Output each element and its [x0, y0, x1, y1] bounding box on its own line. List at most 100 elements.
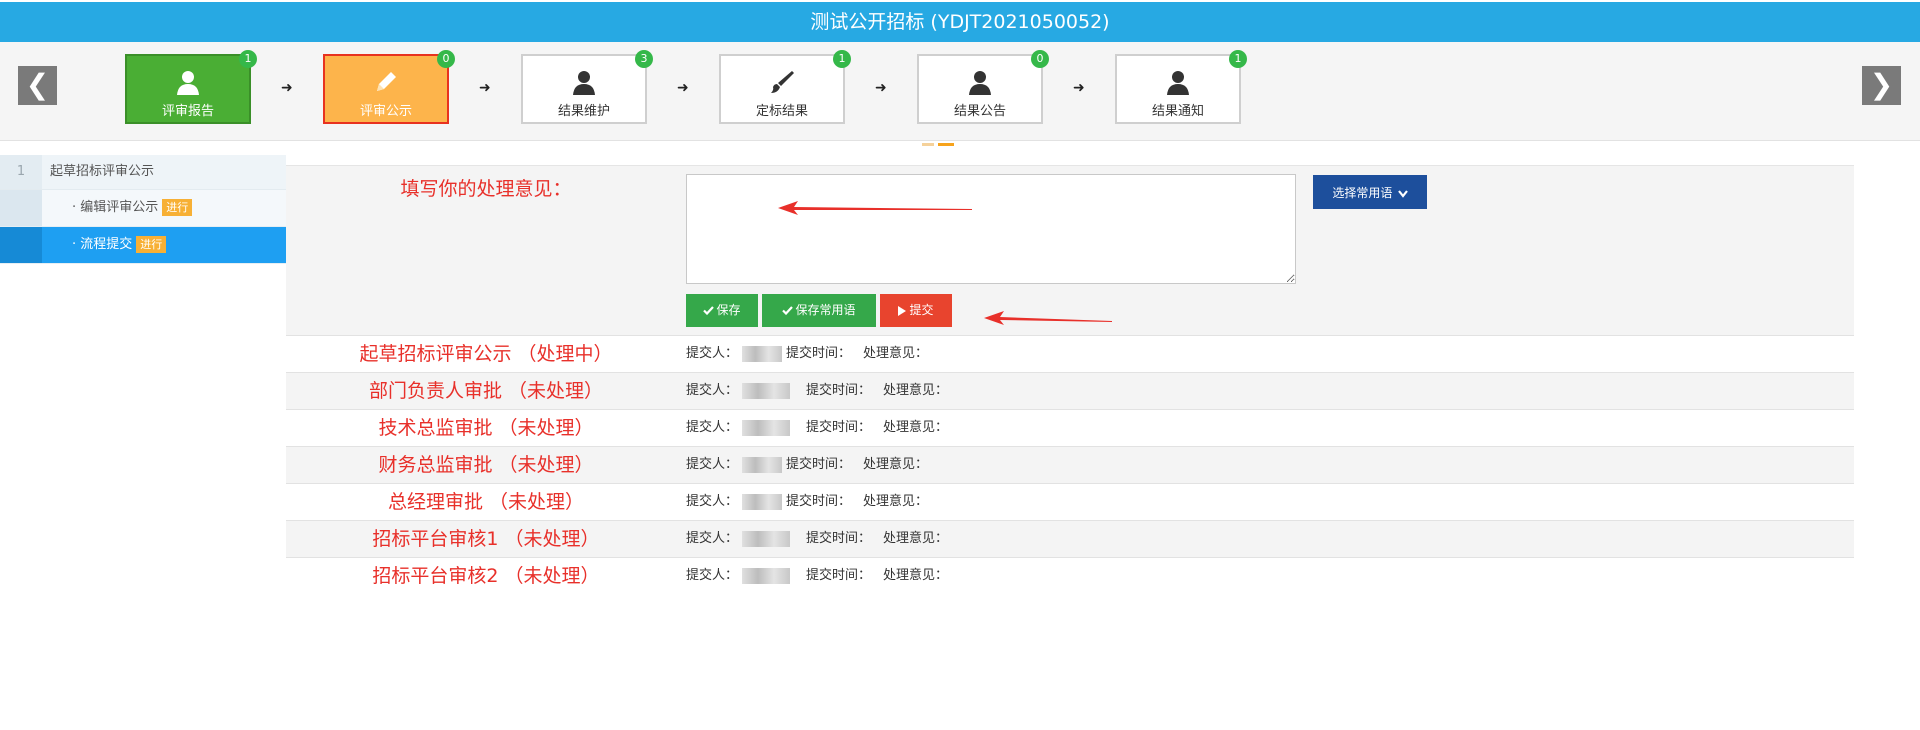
redacted-name: [742, 382, 791, 399]
step-badge: 1: [1229, 50, 1247, 68]
flow-step-label: 财务总监审批 （未处理）: [378, 454, 594, 476]
user-icon: [573, 71, 595, 95]
flow-step-meta: 提交人： 提交时间： 处理意见：: [686, 484, 928, 520]
table-row: 招标平台审核2 （未处理） 提交人： 提交时间： 处理意见：: [286, 557, 1854, 594]
flow-step-label: 起草招标评审公示 （处理中）: [359, 343, 613, 365]
submitter-label: 提交人：: [686, 346, 739, 361]
flow-step-meta: 提交人： 提交时间： 处理意见：: [686, 447, 928, 483]
flow-step-meta: 提交人： 提交时间： 处理意见：: [686, 336, 928, 372]
opinion-label: 填写你的处理意见：: [400, 178, 572, 200]
submitter-label: 提交人：: [686, 568, 739, 583]
step-review-report[interactable]: 评审报告 1: [125, 50, 257, 124]
opinion-text-label: 处理意见：: [883, 568, 949, 583]
sidebar-item-flow-submit[interactable]: · 流程提交 进行: [0, 227, 286, 264]
sidebar-item-number-cell: [0, 227, 42, 263]
step-badge: 0: [437, 50, 455, 68]
pager-dot-active[interactable]: [938, 143, 954, 146]
check-icon: [782, 306, 794, 316]
opinion-form: 填写你的处理意见： 选择常用语 保存 保存常用语 提交: [286, 165, 1854, 336]
sidebar-item-text: · 流程提交 进行: [72, 227, 167, 263]
step-result-notice[interactable]: 结果通知 1: [1115, 50, 1247, 124]
flow-step-meta: 提交人： 提交时间： 处理意见：: [686, 558, 948, 594]
check-icon: [703, 306, 715, 316]
submit-time-label: 提交时间：: [806, 383, 872, 398]
opinion-text-label: 处理意见：: [863, 457, 929, 472]
step-result-maintenance[interactable]: 结果维护 3: [521, 50, 653, 124]
user-icon: [969, 71, 991, 95]
step-label: 定标结果: [755, 104, 808, 119]
prev-step-button[interactable]: ❮: [18, 66, 57, 105]
redacted-name: [742, 530, 791, 547]
sidebar-item-text: · 编辑评审公示 进行: [72, 190, 193, 226]
redacted-name: [742, 345, 783, 362]
approval-flow-list: 起草招标评审公示 （处理中） 提交人： 提交时间： 处理意见： 部门负责人审批 （未…: [286, 335, 1854, 594]
annotation-arrow-icon: [778, 201, 972, 215]
arrow-right-icon: ➜: [875, 80, 887, 96]
process-sidebar: 1 起草招标评审公示 · 编辑评审公示 进行 · 流程提交 进行: [0, 155, 286, 264]
save-phrase-button[interactable]: 保存常用语: [762, 294, 876, 327]
step-badge: 1: [239, 50, 257, 68]
step-label: 结果公告: [953, 104, 1006, 119]
step-badge: 0: [1031, 50, 1049, 68]
chevron-down-icon: [1397, 190, 1408, 198]
opinion-input[interactable]: [686, 174, 1296, 284]
submit-time-label: 提交时间：: [806, 531, 872, 546]
user-icon: [177, 71, 199, 95]
flow-step-label: 技术总监审批 （未处理）: [378, 417, 594, 439]
submit-time-label: 提交时间：: [786, 494, 852, 509]
next-step-button[interactable]: ❯: [1862, 66, 1901, 105]
step-award-result[interactable]: 定标结果 1: [719, 50, 851, 124]
sidebar-item-edit-publicity[interactable]: · 编辑评审公示 进行: [0, 190, 286, 227]
save-phrase-label: 保存常用语: [795, 303, 856, 317]
submit-button[interactable]: 提交: [880, 294, 952, 327]
submit-time-label: 提交时间：: [806, 568, 872, 583]
submitter-label: 提交人：: [686, 457, 739, 472]
status-badge: 进行: [162, 199, 193, 216]
user-icon: [1167, 71, 1189, 95]
play-icon: [898, 305, 907, 316]
arrow-right-icon: ➜: [1073, 80, 1085, 96]
sidebar-item-label: · 编辑评审公示: [72, 200, 159, 215]
sidebar-group-label: 起草招标评审公示: [50, 164, 155, 179]
redacted-name: [742, 493, 783, 510]
save-label: 保存: [716, 303, 741, 317]
sidebar-item-number-cell: [0, 190, 42, 226]
arrow-right-icon: ➜: [677, 80, 689, 96]
arrow-right-icon: ➜: [281, 80, 293, 96]
table-row: 总经理审批 （未处理） 提交人： 提交时间： 处理意见：: [286, 483, 1854, 520]
step-label: 评审报告: [161, 104, 214, 119]
step-review-publicity[interactable]: 评审公示 0: [323, 50, 455, 124]
submit-label: 提交: [909, 303, 934, 317]
opinion-text-label: 处理意见：: [863, 494, 929, 509]
pager-dots[interactable]: [922, 134, 958, 153]
step-label: 结果通知: [1151, 104, 1204, 119]
submitter-label: 提交人：: [686, 420, 739, 435]
step-label: 结果维护: [557, 104, 610, 119]
submitter-label: 提交人：: [686, 531, 739, 546]
submit-time-label: 提交时间：: [806, 420, 872, 435]
page-title: 测试公开招标 (YDJT2021050052): [0, 2, 1920, 42]
sidebar-item-label: · 流程提交: [72, 237, 133, 252]
table-row: 部门负责人审批 （未处理） 提交人： 提交时间： 处理意见：: [286, 372, 1854, 409]
step-badge: 1: [833, 50, 851, 68]
flow-step-meta: 提交人： 提交时间： 处理意见：: [686, 521, 948, 557]
arrow-right-icon: ➜: [479, 80, 491, 96]
flow-step-meta: 提交人： 提交时间： 处理意见：: [686, 373, 948, 409]
submitter-label: 提交人：: [686, 383, 739, 398]
submit-time-label: 提交时间：: [786, 346, 852, 361]
opinion-text-label: 处理意见：: [883, 420, 949, 435]
pager-dot[interactable]: [922, 143, 934, 146]
sidebar-group-number: 1: [0, 155, 42, 189]
select-phrase-button[interactable]: 选择常用语: [1313, 175, 1427, 209]
flow-step-label: 招标平台审核2 （未处理）: [372, 565, 600, 587]
pencil-icon: [377, 72, 396, 91]
redacted-name: [742, 419, 791, 436]
submit-time-label: 提交时间：: [786, 457, 852, 472]
step-result-announcement[interactable]: 结果公告 0: [917, 50, 1049, 124]
step-badge: 3: [635, 50, 653, 68]
flow-step-meta: 提交人： 提交时间： 处理意见：: [686, 410, 948, 446]
annotation-arrow-icon: [984, 311, 1112, 325]
redacted-name: [742, 456, 783, 473]
save-button[interactable]: 保存: [686, 294, 758, 327]
opinion-text-label: 处理意见：: [883, 531, 949, 546]
